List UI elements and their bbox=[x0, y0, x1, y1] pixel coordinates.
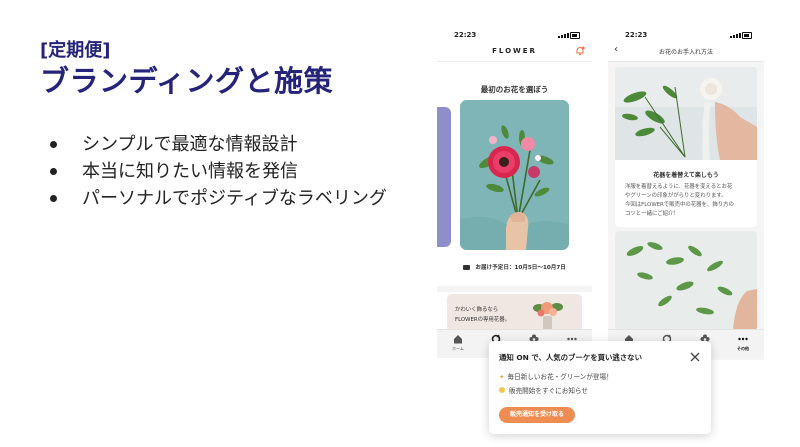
notification-item-text: 毎日新しいお花・グリーンが登場！ bbox=[507, 373, 613, 381]
slide-title: ブランディングと施策 bbox=[40, 64, 333, 98]
promo-card[interactable]: かわいく飾るなら FLOWERの専用花器。 bbox=[447, 294, 582, 332]
tab-home-label: ホーム bbox=[452, 346, 464, 351]
bullet-list: シンプルで最適な情報設計 本当に知りたい情報を発信 パーソナルでポジティブなラベ… bbox=[44, 131, 402, 212]
article-body-line: 洋服を着替えるように、花器を変えるとお花 bbox=[625, 184, 733, 190]
header-divider bbox=[437, 61, 592, 62]
article-body: 洋服を着替えるように、花器を変えるとお花 やグリーンの印象ががらりと変わります。… bbox=[625, 183, 751, 219]
close-icon[interactable] bbox=[689, 348, 701, 362]
article-body-line: 今回はFLOWERで販売中の花器を、飾り方の bbox=[625, 202, 734, 208]
signal-icon bbox=[730, 32, 752, 39]
header-title: お花のお手入れ方法 bbox=[658, 49, 713, 56]
notification-item-text: 販売開始をすぐにお知らせ bbox=[509, 387, 588, 395]
promo-line-2: FLOWERの専用花器。 bbox=[455, 317, 510, 323]
article-body-line: やグリーンの印象ががらりと変わります。 bbox=[625, 193, 727, 199]
signal-icon bbox=[558, 32, 580, 39]
notification-item: 販売開始をすぐにお知らせ bbox=[499, 385, 588, 395]
article-next-image bbox=[615, 231, 757, 331]
app-logo: FLOWER bbox=[492, 47, 537, 55]
status-time: 22:23 bbox=[454, 31, 477, 39]
notification-title: 通知 ON で、人気のブーケを買い逃さない bbox=[499, 353, 642, 362]
status-bar: 22:23 bbox=[437, 27, 592, 43]
carousel-card-prev[interactable] bbox=[437, 107, 451, 247]
section-title: 最初のお花を選ぼう bbox=[480, 85, 549, 94]
bullet-item: 本当に知りたい情報を発信 bbox=[44, 158, 402, 185]
phone-screen-home: 22:23 FLOWER 最初のお花を選ぼう お届け予定日：10月5日〜10月7… bbox=[437, 27, 592, 360]
delivery-info: お届け予定日：10月5日〜10月7日 bbox=[437, 263, 592, 271]
bulb-icon bbox=[499, 387, 505, 393]
promo-line-1: かわいく飾るなら bbox=[455, 307, 499, 313]
tab-more-label: その他 bbox=[737, 346, 749, 351]
tab-home[interactable]: ホーム bbox=[443, 334, 473, 352]
status-bar: 22:23 bbox=[608, 27, 764, 43]
phone-screen-care: 22:23 ‹ お花のお手入れ方法 花器を着替えて楽しもう 洋服を着替えるように… bbox=[608, 27, 764, 360]
article-card[interactable]: 花器を着替えて楽しもう 洋服を着替えるように、花器を変えるとお花 やグリーンの印… bbox=[615, 67, 757, 227]
article-body-line: コツと一緒にご紹介！ bbox=[625, 211, 679, 217]
bouquet-image bbox=[460, 100, 569, 250]
delivery-text: お届け予定日：10月5日〜10月7日 bbox=[475, 265, 566, 271]
notification-item: ✦ 毎日新しいお花・グリーンが登場！ bbox=[499, 371, 613, 381]
notification-popup: 通知 ON で、人気のブーケを買い逃さない ✦ 毎日新しいお花・グリーンが登場！ … bbox=[489, 341, 711, 434]
nav-header: ‹ お花のお手入れ方法 bbox=[608, 43, 764, 62]
bullet-item: シンプルで最適な情報設計 bbox=[44, 131, 402, 158]
bouquet-card[interactable] bbox=[460, 100, 569, 250]
vase-image bbox=[533, 302, 563, 332]
article-image bbox=[615, 67, 757, 160]
article-card-next[interactable] bbox=[615, 231, 757, 331]
more-icon bbox=[738, 337, 748, 341]
bullet-item: パーソナルでポジティブなラベリング bbox=[44, 185, 402, 212]
status-time: 22:23 bbox=[625, 31, 648, 39]
tab-more[interactable]: その他 bbox=[728, 334, 758, 352]
enable-notification-button[interactable]: 販売通知を受け取る bbox=[499, 407, 575, 423]
section-divider bbox=[437, 286, 592, 292]
bell-icon[interactable] bbox=[575, 46, 585, 56]
home-icon bbox=[454, 335, 462, 344]
article-title: 花器を着替えて楽しもう bbox=[653, 172, 719, 179]
truck-icon bbox=[463, 264, 471, 270]
sparkle-icon: ✦ bbox=[499, 373, 505, 381]
